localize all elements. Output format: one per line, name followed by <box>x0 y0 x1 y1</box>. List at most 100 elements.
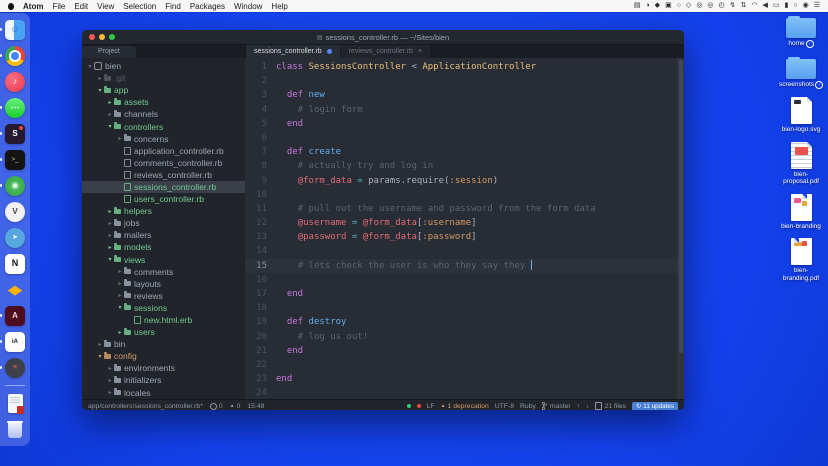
code-line-13[interactable]: 13 @password = @form_data[:password] <box>245 230 684 244</box>
tree-item-assets[interactable]: ▸assets <box>82 96 245 108</box>
dock-item-ia-writer[interactable]: iA <box>5 331 26 352</box>
code-line-3[interactable]: 3 def new <box>245 88 684 102</box>
code-line-12[interactable]: 12 @username = @form_data[:username] <box>245 216 684 230</box>
timer2-icon[interactable]: ◎ <box>707 0 713 12</box>
dock-item-v-circle-app[interactable]: V <box>5 201 26 222</box>
zoom-window-button[interactable] <box>109 34 115 40</box>
code-line-24[interactable]: 24 <box>245 386 684 399</box>
dock-item-finder[interactable]: ☺ <box>5 19 26 40</box>
menu-item-selection[interactable]: Selection <box>123 2 156 11</box>
file-path[interactable]: app/controllers/sessions_controller.rb* <box>88 403 203 410</box>
volume-icon[interactable]: ◀ <box>763 0 768 12</box>
apple-logo[interactable] <box>8 3 14 10</box>
menu-item-find[interactable]: Find <box>165 2 181 11</box>
code-line-15[interactable]: 15 # lets check the user is who they say… <box>245 259 684 273</box>
changed-files[interactable]: 21 files <box>595 402 626 410</box>
dock-item-terminal[interactable]: >_ <box>5 149 26 170</box>
tree-item-sessions_controller.rb[interactable]: sessions_controller.rb <box>82 181 245 193</box>
code-line-2[interactable]: 2 <box>245 74 684 88</box>
code-line-5[interactable]: 5 end <box>245 117 684 131</box>
dock-item-music[interactable]: ♪ <box>5 71 26 92</box>
code-line-1[interactable]: 1class SessionsController < ApplicationC… <box>245 60 684 74</box>
tree-item-app[interactable]: ▾app <box>82 84 245 96</box>
shield-icon[interactable]: ◇ <box>686 0 691 12</box>
code-line-21[interactable]: 21 end <box>245 344 684 358</box>
flag-icon[interactable]: ▣ <box>665 0 672 12</box>
code-line-22[interactable]: 22 <box>245 358 684 372</box>
battery-icon[interactable]: ▮ <box>785 0 789 12</box>
siri-icon[interactable]: ◉ <box>803 0 809 12</box>
editor-scrollbar[interactable] <box>677 58 684 399</box>
tree-item-channels[interactable]: ▸channels <box>82 108 245 120</box>
code-line-9[interactable]: 9 @form_data = params.require(:session) <box>245 174 684 188</box>
minimize-window-button[interactable] <box>99 34 105 40</box>
encoding[interactable]: UTF-8 <box>495 403 514 410</box>
code-line-8[interactable]: 8 # actually try and log in <box>245 159 684 173</box>
dock-item-trash[interactable] <box>5 419 26 440</box>
tree-item-bin[interactable]: ▸bin <box>82 338 245 350</box>
code-line-11[interactable]: 11 # pull out the username and password … <box>245 202 684 216</box>
dock-item-stack[interactable] <box>5 393 26 414</box>
scrollbar-thumb[interactable] <box>679 60 683 353</box>
line-ending[interactable]: LF <box>427 403 435 410</box>
desktop-icon-bien-branding[interactable]: bien-branding <box>777 194 825 231</box>
desktop-icon-bien-branding.pdf[interactable]: bien-branding.pdf <box>777 238 825 282</box>
dock-item-reel-app[interactable]: ✳ <box>5 357 26 378</box>
dropbox-icon[interactable]: ◆ <box>655 0 660 12</box>
menu-item-packages[interactable]: Packages <box>190 2 225 11</box>
dock-item-chrome[interactable] <box>5 45 26 66</box>
tree-item-config[interactable]: ▾config <box>82 350 245 362</box>
tree-item-controllers[interactable]: ▾controllers <box>82 120 245 132</box>
tree-item-reviews[interactable]: ▸reviews <box>82 290 245 302</box>
tree-item-views[interactable]: ▾views <box>82 254 245 266</box>
tree-item-users[interactable]: ▸users <box>82 326 245 338</box>
menu-item-file[interactable]: File <box>52 2 65 11</box>
tree-item-comments_controller.rb[interactable]: comments_controller.rb <box>82 157 245 169</box>
lightning-icon[interactable]: ↯ <box>730 0 736 12</box>
dock-item-notion[interactable]: N <box>5 253 26 274</box>
tree-item-mailers[interactable]: ▸mailers <box>82 229 245 241</box>
tree-item-comments[interactable]: ▸comments <box>82 266 245 278</box>
menu-item-window[interactable]: Window <box>234 2 262 11</box>
updates-badge[interactable]: ↻ 11 updates <box>632 402 678 411</box>
notification-center-icon[interactable]: ☰ <box>814 0 820 12</box>
cursor-position[interactable]: 15:48 <box>247 403 264 410</box>
info-icon[interactable]: ◑ <box>645 0 649 12</box>
code-line-7[interactable]: 7 def create <box>245 145 684 159</box>
close-tab-icon[interactable]: × <box>418 45 422 58</box>
code-line-16[interactable]: 16 <box>245 273 684 287</box>
dock-item-acrobat[interactable]: A <box>5 305 26 326</box>
airplay-icon[interactable]: ▭ <box>773 0 780 12</box>
tab-sessions_controller.rb[interactable]: sessions_controller.rb <box>246 45 341 58</box>
git-branch[interactable]: master <box>542 402 571 410</box>
error-count[interactable]: 0 <box>210 403 223 410</box>
tree-item-models[interactable]: ▸models <box>82 241 245 253</box>
dock-item-messages[interactable]: ⋯ <box>5 97 26 118</box>
tree-item-initializers[interactable]: ▸initializers <box>82 374 245 386</box>
menu-item-help[interactable]: Help <box>271 2 287 11</box>
clock-icon[interactable]: ◴ <box>719 0 725 12</box>
code-line-18[interactable]: 18 <box>245 301 684 315</box>
code-line-4[interactable]: 4 # login form <box>245 103 684 117</box>
pull-arrow-icon[interactable]: ↓ <box>586 403 589 410</box>
wifi-icon[interactable]: ◠ <box>751 0 757 12</box>
desktop-icon-bien-logo.svg[interactable]: bien-logo.svg <box>777 97 825 134</box>
tree-item-environments[interactable]: ▸environments <box>82 362 245 374</box>
tree-item-concerns[interactable]: ▸concerns <box>82 133 245 145</box>
tree-item-users_controller.rb[interactable]: users_controller.rb <box>82 193 245 205</box>
circle-icon[interactable]: ○ <box>677 0 681 12</box>
code-line-10[interactable]: 10 <box>245 188 684 202</box>
code-line-17[interactable]: 17 end <box>245 287 684 301</box>
tree-item-sessions[interactable]: ▾sessions <box>82 302 245 314</box>
menu-item-atom[interactable]: Atom <box>23 2 43 11</box>
tree-item-reviews_controller.rb[interactable]: reviews_controller.rb <box>82 169 245 181</box>
tab-reviews_controller.rb[interactable]: reviews_controller.rb× <box>341 45 431 58</box>
code-line-23[interactable]: 23end <box>245 372 684 386</box>
dock-item-slack[interactable]: S <box>5 123 26 144</box>
menu-item-edit[interactable]: Edit <box>74 2 88 11</box>
code-editor[interactable]: 1class SessionsController < ApplicationC… <box>245 58 684 399</box>
dock-item-tweetbot[interactable]: ➤ <box>5 227 26 248</box>
tree-item-jobs[interactable]: ▸jobs <box>82 217 245 229</box>
close-window-button[interactable] <box>89 34 95 40</box>
updown-icon[interactable]: ⇅ <box>741 0 747 12</box>
